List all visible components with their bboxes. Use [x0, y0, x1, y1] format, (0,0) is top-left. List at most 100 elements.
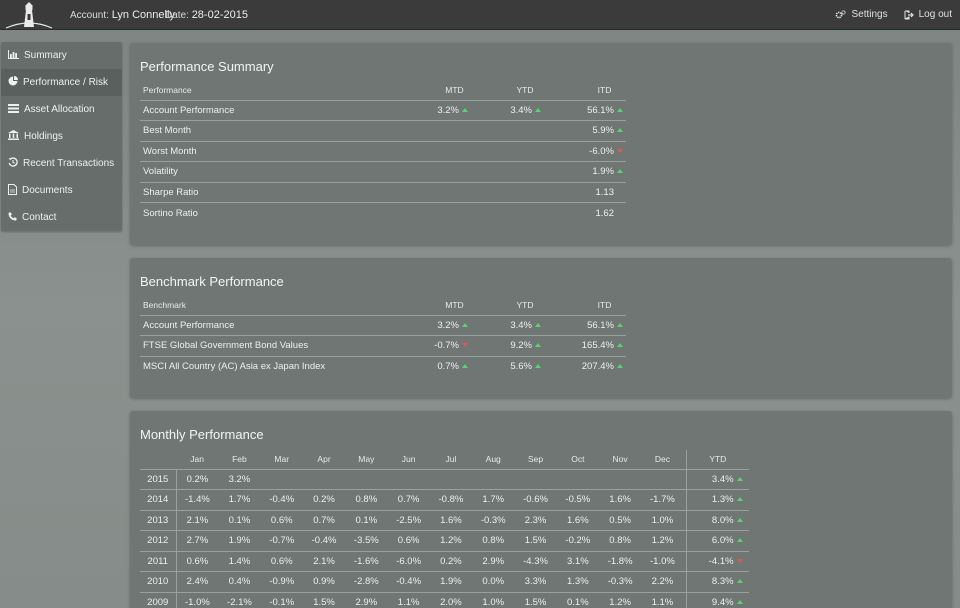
sidebar-item-holdings[interactable]: Holdings — [1, 123, 122, 150]
ytd-cell — [471, 120, 544, 141]
row-label: FTSE Global Government Bond Values — [140, 335, 401, 356]
month-value-cell: -0.6% — [514, 489, 557, 510]
table-row: FTSE Global Government Bond Values -0.7% 9… — [140, 335, 626, 356]
month-value-cell: 0.4% — [218, 571, 261, 592]
up-arrow-icon — [617, 343, 623, 348]
top-bar: Account: Lyn Connelly Date: 28-02-2015 S… — [0, 0, 960, 30]
month-value-cell: 0.6% — [260, 509, 303, 531]
month-value-cell: 1.7% — [218, 489, 261, 510]
sidebar-item-documents[interactable]: Documents — [1, 177, 122, 204]
month-value-cell: 0.5% — [598, 509, 642, 531]
date-info: Date: 28-02-2015 — [165, 9, 248, 21]
month-value-cell: -2.1% — [218, 591, 261, 608]
sidebar-item-summary[interactable]: Summary — [1, 42, 122, 69]
ytd-cell: 8.0% — [686, 509, 749, 531]
table-row: MSCI All Country (AC) Asia ex Japan Inde… — [140, 355, 626, 377]
month-value-cell: -0.7% — [260, 530, 303, 551]
month-value-cell — [260, 468, 303, 490]
document-icon — [8, 183, 17, 198]
ytd-cell — [471, 161, 544, 182]
ytd-cell: 9.2% — [471, 335, 544, 356]
month-value-cell: 1.6% — [598, 489, 642, 510]
month-value-cell: 1.7% — [472, 489, 515, 510]
ytd-value: 3.4% — [510, 104, 532, 116]
ytd-cell: 3.4% — [471, 314, 544, 336]
mtd-cell: -0.7% — [401, 335, 471, 356]
month-value-cell: 0.2% — [302, 489, 346, 510]
table-row: 2009 -1.0% -2.1% -0.1% 1.5% 2.9% 1.1% 2.0% 1.0% 1… — [140, 591, 749, 608]
year-cell: 2009 — [140, 591, 177, 608]
ytd-cell: 3.4% — [471, 99, 544, 121]
table-row: Sortino Ratio 1.62 — [140, 202, 626, 223]
month-value-cell: 1.3% — [556, 571, 599, 592]
month-value-cell: 2.9% — [472, 550, 515, 572]
ytd-cell: 1.3% — [686, 489, 749, 510]
column-header: Performance — [143, 85, 192, 96]
month-value-cell: -2.5% — [387, 509, 430, 531]
year-cell: 2012 — [140, 530, 177, 551]
month-value-cell: 1.2% — [429, 530, 473, 551]
mtd-cell: 3.2% — [401, 314, 471, 336]
month-value-cell: -0.2% — [556, 530, 599, 551]
month-value-cell: 1.2% — [641, 530, 684, 551]
month-value-cell: 1.5% — [514, 530, 557, 551]
month-column-header: Sep — [527, 454, 544, 465]
column-header: Benchmark — [143, 300, 186, 311]
up-arrow-icon — [535, 343, 541, 348]
month-value-cell: 2.3% — [514, 509, 557, 531]
table-row: Account Performance 3.2% 3.4% 56.1% — [140, 314, 626, 336]
month-value-cell: 0.2% — [429, 550, 473, 572]
month-value-cell: 0.1% — [218, 509, 261, 531]
table-row: Account Performance 3.2% 3.4% 56.1% — [140, 99, 626, 121]
month-value-cell: -0.5% — [556, 489, 599, 510]
ytd-cell — [471, 181, 544, 203]
row-label: Sortino Ratio — [140, 202, 401, 223]
up-arrow-icon — [736, 579, 743, 584]
down-arrow-icon — [736, 558, 743, 563]
month-column-header: Aug — [485, 454, 501, 465]
row-label: Sharpe Ratio — [140, 181, 401, 203]
year-cell: 2013 — [140, 509, 177, 531]
sidebar-item-recent-transactions[interactable]: Recent Transactions — [1, 150, 122, 177]
month-value-cell: 2.7% — [176, 530, 219, 551]
month-value-cell — [556, 468, 599, 490]
pie-chart-icon — [8, 76, 18, 89]
month-value-cell: 1.4% — [218, 550, 261, 572]
lighthouse-logo-icon[interactable] — [4, 0, 54, 30]
ytd-cell: 5.6% — [471, 355, 544, 377]
month-value-cell: -0.9% — [260, 571, 303, 592]
column-header: YTD — [516, 300, 534, 311]
row-label: Worst Month — [140, 140, 401, 162]
month-value-cell: 2.2% — [641, 571, 684, 592]
ytd-value: 8.3% — [711, 576, 734, 588]
sidebar-item-contact[interactable]: Contact — [1, 204, 122, 231]
up-arrow-icon — [736, 517, 743, 522]
month-value-cell — [641, 468, 684, 490]
ytd-value: 9.2% — [510, 340, 532, 352]
itd-value: 207.4% — [581, 361, 614, 372]
month-value-cell: -0.4% — [302, 530, 346, 551]
sidebar-item-label: Recent Transactions — [23, 158, 115, 169]
benchmark-performance-table: Benchmark MTD YTD ITD Account Performanc… — [140, 296, 626, 377]
mtd-value: 3.2% — [437, 319, 459, 331]
month-value-cell: 1.6% — [429, 509, 473, 531]
month-value-cell: 1.6% — [556, 509, 599, 531]
month-value-cell: 0.6% — [176, 550, 219, 572]
itd-cell: 1.62 — [544, 202, 626, 223]
mtd-value: 3.2% — [437, 104, 459, 116]
sidebar-item-asset-allocation[interactable]: Asset Allocation — [1, 96, 122, 123]
month-value-cell: 0.2% — [176, 468, 219, 490]
panel-title: Benchmark Performance — [140, 274, 284, 289]
logout-button[interactable]: Log out — [904, 9, 952, 20]
sidebar-nav: Summary Performance / Risk Asset Allocat… — [1, 42, 122, 231]
month-value-cell: 0.9% — [302, 571, 346, 592]
settings-button[interactable]: Settings — [835, 9, 888, 20]
month-value-cell: 0.1% — [345, 509, 388, 531]
column-header: YTD — [516, 85, 534, 96]
month-value-cell: -1.0% — [641, 550, 684, 572]
up-arrow-icon — [617, 107, 623, 112]
table-row: Worst Month -6.0% — [140, 140, 626, 162]
column-header: MTD — [445, 300, 464, 311]
month-value-cell — [598, 468, 642, 490]
sidebar-item-performance-risk[interactable]: Performance / Risk — [1, 69, 122, 96]
